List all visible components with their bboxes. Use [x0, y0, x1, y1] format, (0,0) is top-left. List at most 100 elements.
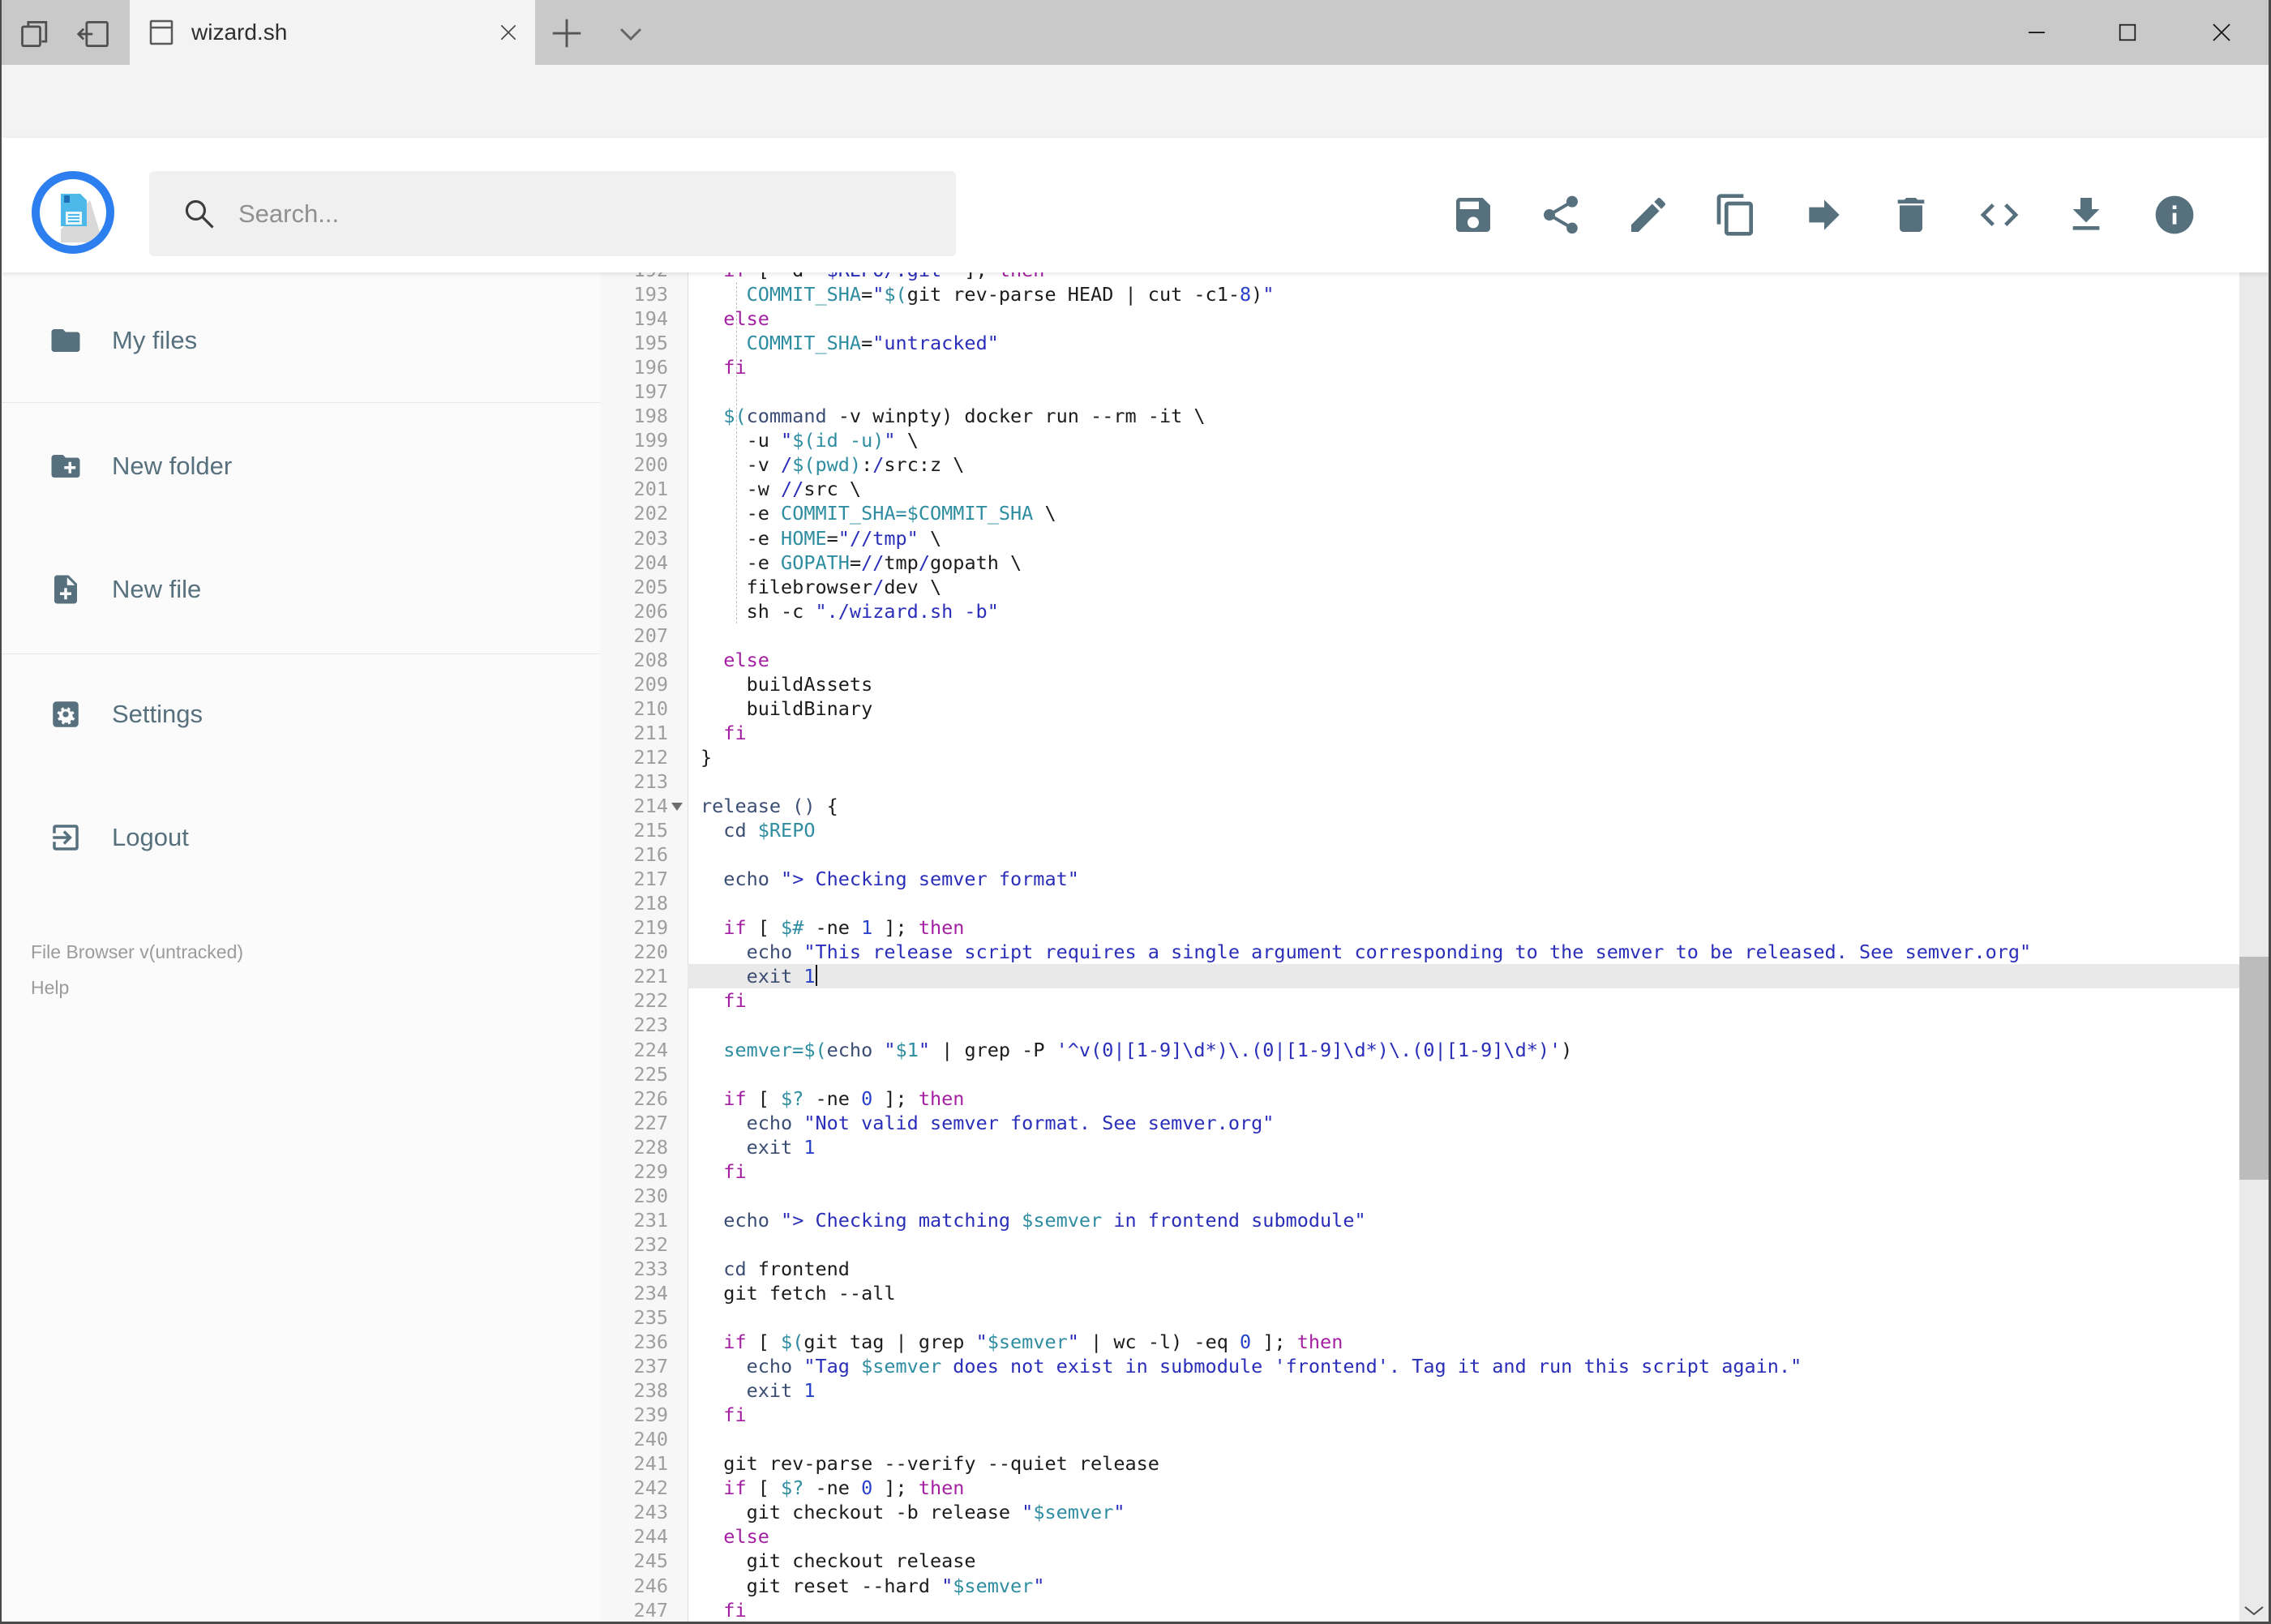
browser-tab[interactable]: wizard.sh	[130, 0, 535, 65]
code-line-198[interactable]: 198 $(command -v winpty) docker run --rm…	[600, 404, 2239, 428]
code-line-208[interactable]: 208 else	[600, 648, 2239, 672]
code-line-246[interactable]: 246 git reset --hard "$semver"	[600, 1574, 2239, 1598]
code-line-237[interactable]: 237 echo "Tag $semver does not exist in …	[600, 1354, 2239, 1378]
code-line-232[interactable]: 232	[600, 1232, 2239, 1257]
code-line-225[interactable]: 225	[600, 1062, 2239, 1086]
tab-preview-icon[interactable]	[18, 16, 54, 52]
code-line-195[interactable]: 195 COMMIT_SHA="untracked"	[600, 331, 2239, 355]
close-button[interactable]	[2199, 11, 2244, 54]
code-line-220[interactable]: 220 echo "This release script requires a…	[600, 940, 2239, 964]
code-line-217[interactable]: 217 echo "> Checking semver format"	[600, 867, 2239, 891]
tab-close-icon[interactable]	[490, 14, 527, 51]
code-line-222[interactable]: 222 fi	[600, 988, 2239, 1013]
code-line-204[interactable]: 204 -e GOPATH=//tmp/gopath \	[600, 551, 2239, 575]
tab-dropdown-icon[interactable]	[615, 21, 647, 47]
code-line-247[interactable]: 247 fi	[600, 1598, 2239, 1622]
maximize-button[interactable]	[2105, 11, 2150, 54]
code-line-221[interactable]: 221 exit 1	[600, 964, 2239, 989]
line-number: 211	[633, 721, 668, 744]
code-text: COMMIT_SHA="$(git rev-parse HEAD | cut -…	[746, 283, 1275, 306]
code-editor[interactable]: 192 if [ -d "$REPO/.git" ]; then193 COMM…	[600, 272, 2239, 1624]
code-line-212[interactable]: 212}	[600, 745, 2239, 769]
code-line-223[interactable]: 223	[600, 1013, 2239, 1037]
code-line-194[interactable]: 194 else	[600, 306, 2239, 331]
code-line-234[interactable]: 234 git fetch --all	[600, 1281, 2239, 1305]
search-input[interactable]	[237, 198, 905, 229]
code-text: git checkout -b release "$semver"	[701, 1501, 1125, 1524]
code-line-211[interactable]: 211 fi	[600, 721, 2239, 745]
scroll-down-icon[interactable]	[2243, 1602, 2265, 1618]
line-number: 247	[633, 1598, 668, 1622]
filebrowser-logo[interactable]	[32, 171, 114, 254]
search-bar[interactable]	[149, 171, 956, 256]
code-view-icon[interactable]	[1977, 192, 2022, 238]
code-line-242[interactable]: 242 if [ $? -ne 0 ]; then	[600, 1476, 2239, 1500]
code-line-214[interactable]: 214 release () {	[600, 794, 2239, 818]
code-line-227[interactable]: 227 echo "Not valid semver format. See s…	[600, 1111, 2239, 1135]
code-line-193[interactable]: 193 COMMIT_SHA="$(git rev-parse HEAD | c…	[600, 282, 2239, 306]
code-line-230[interactable]: 230	[600, 1184, 2239, 1208]
code-line-239[interactable]: 239 fi	[600, 1403, 2239, 1427]
info-icon[interactable]	[2152, 192, 2197, 238]
save-icon[interactable]	[1450, 192, 1496, 238]
app-version-text: File Browser v(untracked)	[31, 941, 244, 962]
delete-icon[interactable]	[1888, 192, 1934, 238]
code-line-196[interactable]: 196 fi	[600, 355, 2239, 379]
code-line-205[interactable]: 205 filebrowser/dev \	[600, 575, 2239, 599]
code-line-202[interactable]: 202 -e COMMIT_SHA=$COMMIT_SHA \	[600, 501, 2239, 525]
code-line-241[interactable]: 241 git rev-parse --verify --quiet relea…	[600, 1451, 2239, 1476]
code-line-228[interactable]: 228 exit 1	[600, 1135, 2239, 1159]
code-line-209[interactable]: 209 buildAssets	[600, 672, 2239, 696]
download-icon[interactable]	[2063, 192, 2109, 238]
code-line-200[interactable]: 200 -v /$(pwd):/src:z \	[600, 452, 2239, 477]
edit-icon[interactable]	[1626, 192, 1671, 238]
help-link[interactable]: Help	[31, 971, 69, 1004]
code-line-213[interactable]: 213	[600, 769, 2239, 794]
code-line-207[interactable]: 207	[600, 623, 2239, 648]
sidebar-item-settings[interactable]: Settings	[2, 682, 600, 747]
line-number: 208	[633, 648, 668, 671]
sidebar-item-new-folder[interactable]: New folder	[2, 434, 600, 499]
code-line-231[interactable]: 231 echo "> Checking matching $semver in…	[600, 1208, 2239, 1232]
new-tab-button[interactable]	[548, 15, 585, 52]
code-line-226[interactable]: 226 if [ $? -ne 0 ]; then	[600, 1086, 2239, 1111]
code-line-243[interactable]: 243 git checkout -b release "$semver"	[600, 1500, 2239, 1524]
code-text: fi	[723, 721, 747, 744]
code-line-206[interactable]: 206 sh -c "./wizard.sh -b"	[600, 599, 2239, 623]
code-line-203[interactable]: 203 -e HOME="//tmp" \	[600, 526, 2239, 551]
code-line-219[interactable]: 219 if [ $# -ne 1 ]; then	[600, 915, 2239, 940]
sidebar-item-my-files[interactable]: My files	[2, 308, 600, 373]
code-line-236[interactable]: 236 if [ $(git tag | grep "$semver" | wc…	[600, 1330, 2239, 1354]
code-line-235[interactable]: 235	[600, 1305, 2239, 1330]
share-file-icon[interactable]	[1538, 192, 1583, 238]
code-line-240[interactable]: 240	[600, 1427, 2239, 1451]
code-line-201[interactable]: 201 -w //src \	[600, 477, 2239, 501]
code-line-210[interactable]: 210 buildBinary	[600, 696, 2239, 721]
code-line-197[interactable]: 197	[600, 379, 2239, 404]
scrollbar-thumb[interactable]	[2239, 957, 2269, 1180]
code-line-245[interactable]: 245 git checkout release	[600, 1549, 2239, 1573]
move-icon[interactable]	[1802, 192, 1847, 238]
code-text: fi	[723, 989, 747, 1013]
vertical-scrollbar[interactable]	[2239, 138, 2269, 1624]
code-line-215[interactable]: 215 cd $REPO	[600, 818, 2239, 842]
code-line-216[interactable]: 216	[600, 842, 2239, 867]
copy-icon[interactable]	[1713, 192, 1759, 238]
code-line-199[interactable]: 199 -u "$(id -u)" \	[600, 428, 2239, 452]
code-line-229[interactable]: 229 fi	[600, 1159, 2239, 1184]
minimize-button[interactable]	[2014, 11, 2059, 54]
sidebar-item-logout[interactable]: Logout	[2, 805, 600, 870]
sidebar-item-new-file[interactable]: New file	[2, 557, 600, 622]
code-line-244[interactable]: 244 else	[600, 1524, 2239, 1549]
sidebar-divider	[2, 653, 600, 654]
set-tabs-aside-icon[interactable]	[76, 16, 112, 52]
code-line-218[interactable]: 218	[600, 891, 2239, 915]
code-text: filebrowser/dev \	[701, 575, 942, 598]
code-line-233[interactable]: 233 cd frontend	[600, 1257, 2239, 1281]
code-line-224[interactable]: 224 semver=$(echo "$1" | grep -P '^v(0|[…	[600, 1038, 2239, 1062]
fold-marker-icon[interactable]	[671, 803, 683, 812]
code-line-192[interactable]: 192 if [ -d "$REPO/.git" ]; then	[600, 272, 2239, 282]
code-line-238[interactable]: 238 exit 1	[600, 1378, 2239, 1403]
